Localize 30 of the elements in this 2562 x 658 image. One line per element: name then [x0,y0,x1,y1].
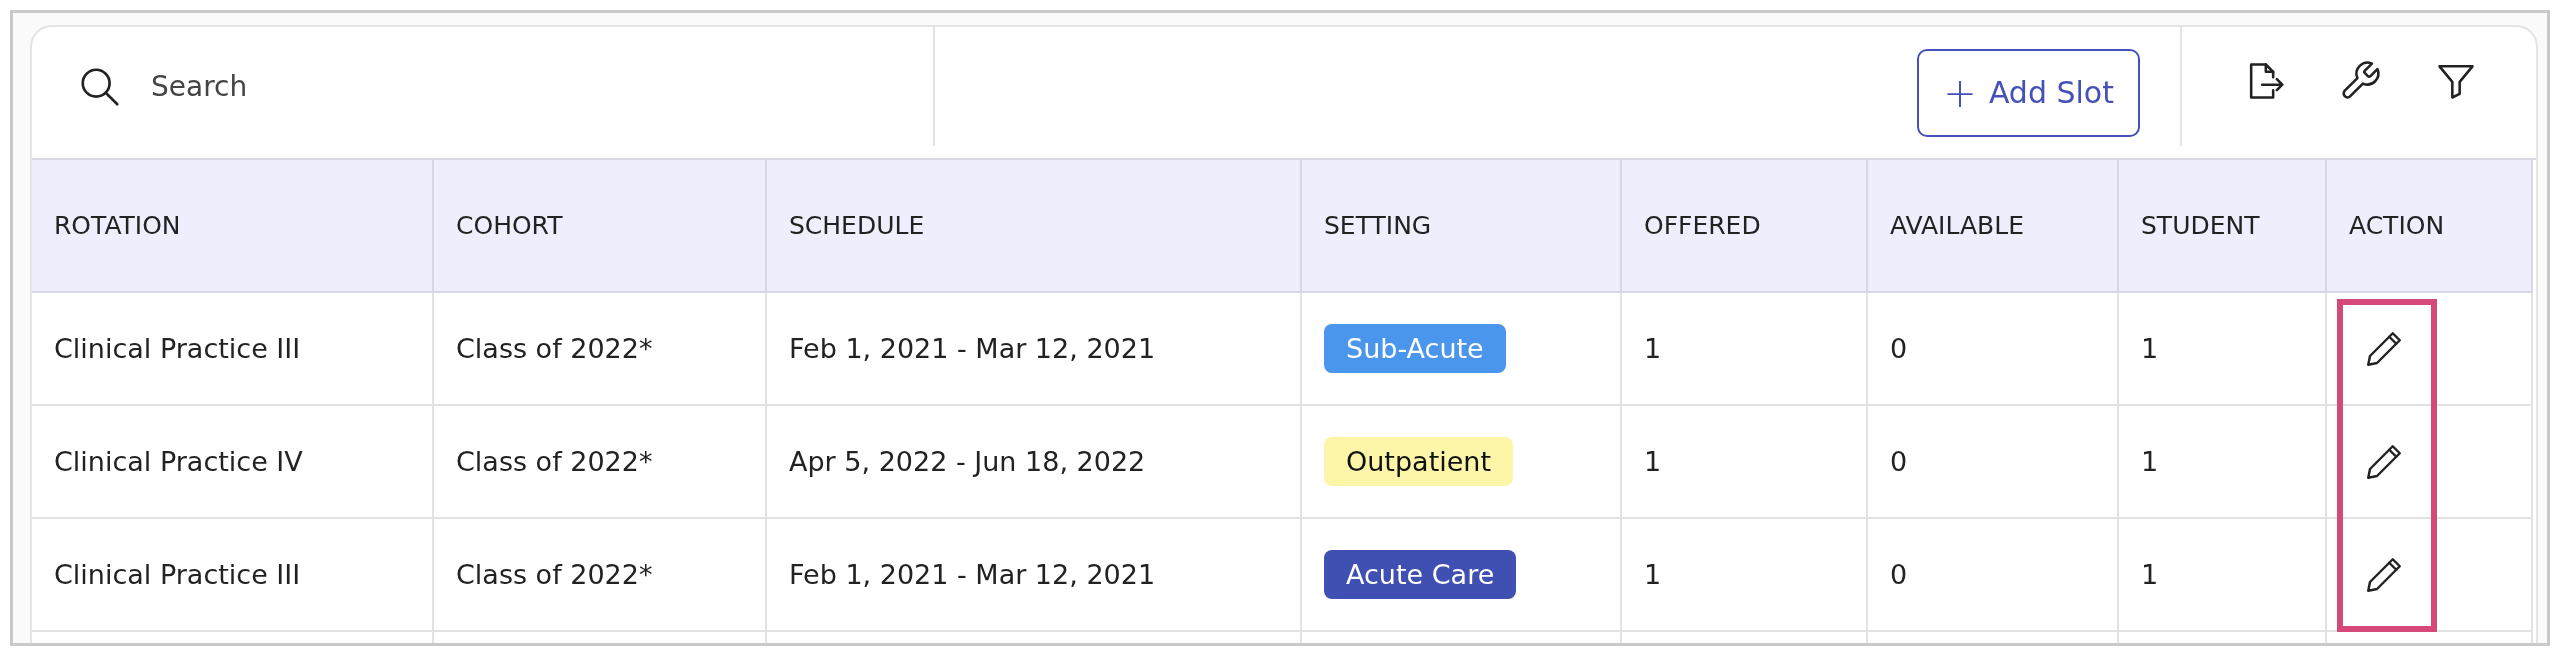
table-cell: 1 [1622,519,1868,632]
table-cell: Feb 1, 2021 - Mar 12, 2021 [767,293,1302,406]
column-header: ROTATION [32,160,434,293]
table-cell: 1 [2119,406,2327,519]
column-header: SETTING [1302,160,1622,293]
table-cell: Feb 1, 2021 - Mar 12, 2021 [767,519,1302,632]
table-cell: 0 [1868,406,2119,519]
column-header: STUDENT [2119,160,2327,293]
table-cell: Apr 5, 2022 - Jun 18, 2022 [767,406,1302,519]
column-header: SCHEDULE [767,160,1302,293]
table-cell: Class of 2022* [434,519,767,632]
column-header: COHORT [434,160,767,293]
table-cell: 0 [1868,519,2119,632]
table-cell: Class of 2022* [434,406,767,519]
column-header: AVAILABLE [1868,160,2119,293]
column-header: ACTION [2327,160,2533,293]
setting-tag: Sub-Acute [1324,324,1506,373]
table-cell: Clinical Practice III [32,519,434,632]
setting-tag: Outpatient [1324,437,1514,486]
table-cell: 1 [2119,519,2327,632]
setting-tag: Acute Care [1324,550,1517,599]
table-cell: 1 [1622,293,1868,406]
table-cell: Clinical Practice III [32,293,434,406]
table-cell: 1 [2119,293,2327,406]
column-header: OFFERED [1622,160,1868,293]
table-cell: Clinical Practice IV [32,406,434,519]
table-cell: 0 [1868,293,2119,406]
table-cell: 1 [1622,406,1868,519]
add-slot-button[interactable]: + Add Slot [1917,48,2140,137]
table-cell: Class of 2022* [434,293,767,406]
